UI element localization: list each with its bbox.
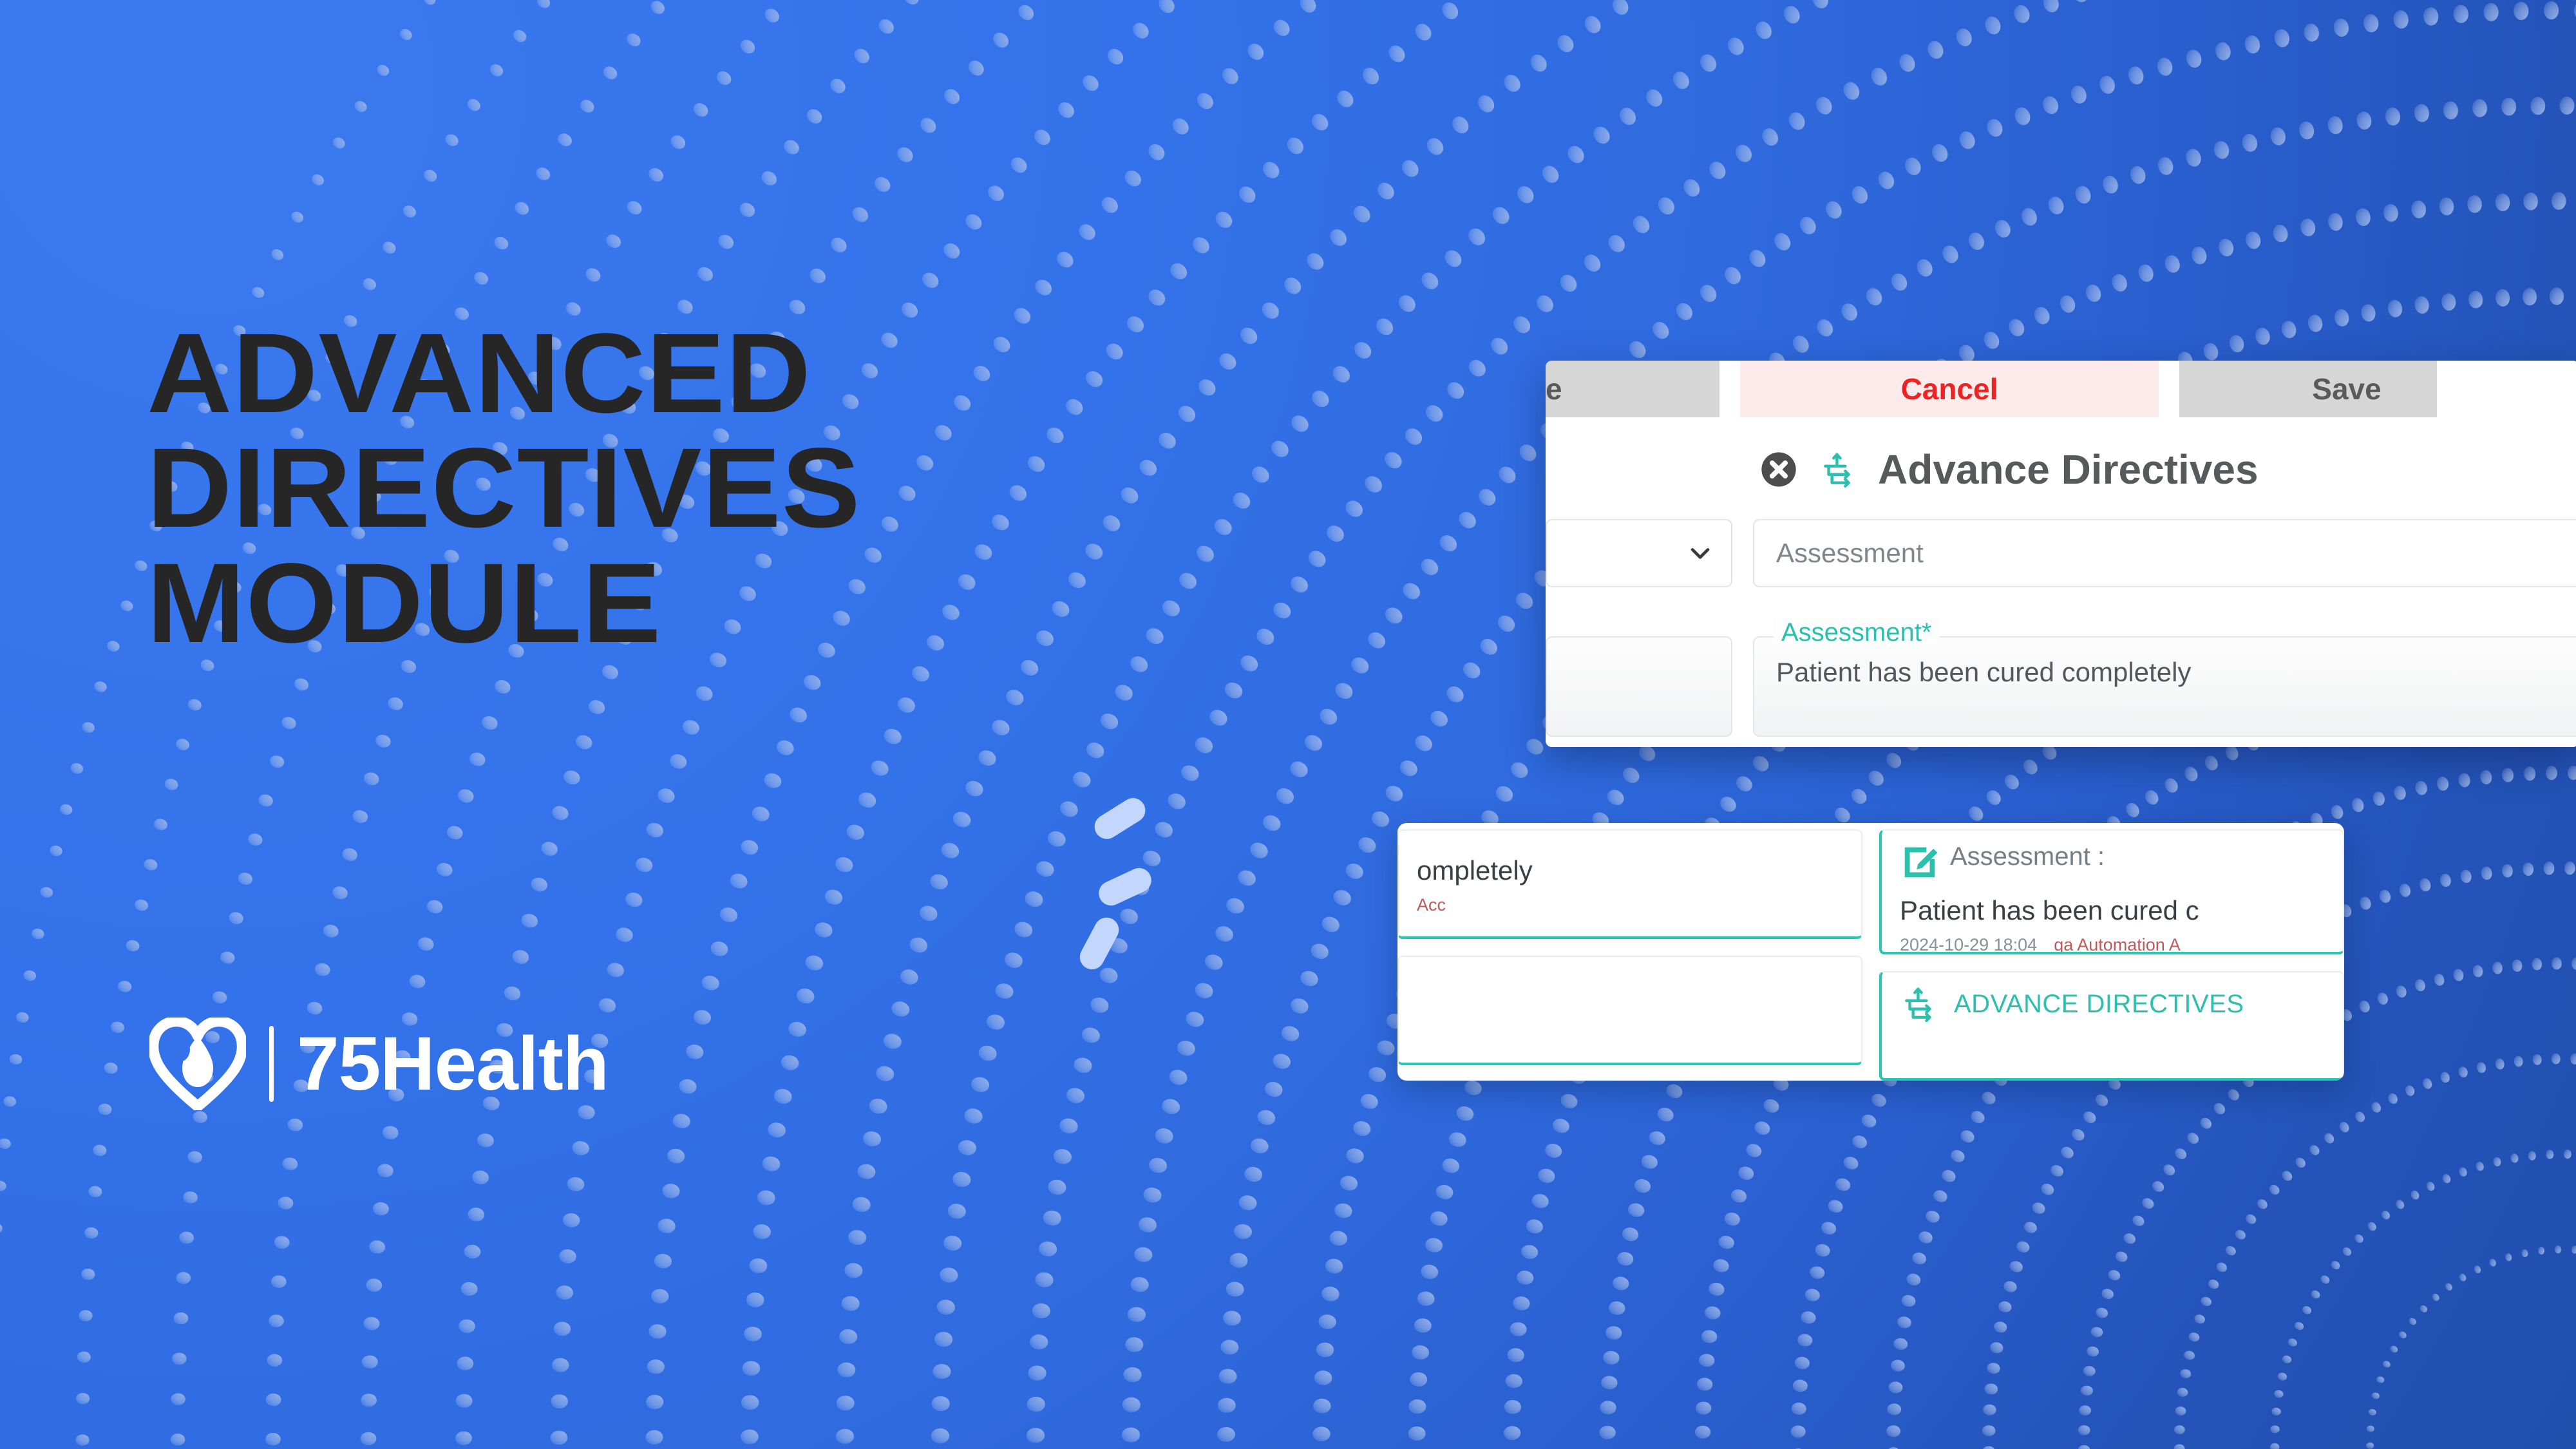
record-card-assessment[interactable]: Assessment : Patient has been cured c 20… bbox=[1879, 829, 2344, 954]
advance-directives-modal: e Cancel Save Advance Directives Assessm… bbox=[1546, 361, 2576, 747]
assessment-fieldset[interactable]: Assessment* Patient has been cured compl… bbox=[1753, 618, 2576, 737]
cancel-button[interactable]: Cancel bbox=[1740, 361, 2159, 417]
headline-line-3: MODULE bbox=[147, 540, 662, 667]
spark-capsule bbox=[1075, 913, 1123, 974]
spark-capsule bbox=[1094, 864, 1156, 910]
close-circle-icon[interactable] bbox=[1758, 449, 1799, 490]
record-label: Assessment : bbox=[1950, 842, 2105, 871]
records-panel: ompletely Acc Assessment : Patient has b bbox=[1397, 823, 2344, 1081]
advance-directives-icon bbox=[1824, 453, 1850, 488]
assessment-value: Patient has been cured completely bbox=[1776, 657, 2192, 687]
record-meta: Acc bbox=[1417, 895, 1846, 915]
modal-header: e Cancel Save bbox=[1546, 361, 2576, 417]
modal-form-row-1: Assessment bbox=[1546, 519, 2576, 587]
record-timestamp: 2024-10-29 18:04 bbox=[1900, 935, 2038, 954]
add-as-favorite-row[interactable]: Add as favorite bbox=[1546, 737, 2576, 747]
record-title: ADVANCE DIRECTIVES bbox=[1954, 989, 2244, 1018]
modal-form-row-2: Assessment* Patient has been cured compl… bbox=[1546, 587, 2576, 737]
category-select[interactable] bbox=[1546, 519, 1732, 587]
record-meta: 2024-10-29 18:04 qa Automation A bbox=[1900, 935, 2327, 954]
record-card[interactable]: ompletely Acc bbox=[1397, 829, 1862, 939]
records-left-column: ompletely Acc bbox=[1397, 826, 1862, 1081]
modal-header-spacer bbox=[1719, 361, 1740, 417]
record-body: ompletely bbox=[1417, 855, 1533, 886]
modal-title-row: Advance Directives bbox=[1546, 417, 2576, 519]
brand-logo: 75Health bbox=[149, 1018, 609, 1110]
records-right-column: Assessment : Patient has been cured c 20… bbox=[1879, 826, 2344, 1081]
assessment-input[interactable]: Assessment bbox=[1753, 519, 2576, 587]
headline-line-1: ADVANCED bbox=[147, 310, 812, 437]
headline-line-2: DIRECTIVES bbox=[147, 425, 861, 552]
logo-divider bbox=[269, 1026, 274, 1102]
product-screenshot: ompletely Acc Assessment : Patient has b bbox=[1391, 361, 2576, 1095]
record-header: Assessment : bbox=[1900, 842, 2327, 882]
record-body: Patient has been cured c bbox=[1900, 895, 2199, 925]
save-button[interactable]: Save bbox=[2179, 361, 2437, 417]
record-title-row: ADVANCE DIRECTIVES bbox=[1900, 984, 2327, 1024]
heart-loop-icon bbox=[149, 1018, 246, 1110]
assessment-legend: Assessment* bbox=[1774, 618, 1940, 647]
edit-note-icon bbox=[1904, 847, 1938, 878]
secondary-field[interactable] bbox=[1546, 636, 1732, 737]
record-user: Acc bbox=[1417, 895, 1446, 914]
advance-directives-icon bbox=[1905, 987, 1931, 1023]
record-card[interactable] bbox=[1397, 956, 1862, 1065]
chevron-down-icon bbox=[1690, 548, 1710, 559]
record-card-advance-directives[interactable]: ADVANCE DIRECTIVES bbox=[1879, 971, 2344, 1081]
spark-decoration bbox=[1030, 792, 1249, 1011]
logo-wordmark: 75Health bbox=[297, 1021, 609, 1106]
modal-header-spacer bbox=[2159, 361, 2179, 417]
modal-title: Advance Directives bbox=[1878, 446, 2259, 493]
modal-header-button-partial[interactable]: e bbox=[1546, 361, 1719, 417]
page-title: ADVANCED DIRECTIVES MODULE bbox=[147, 317, 1435, 672]
spark-capsule bbox=[1090, 793, 1150, 844]
record-user: qa Automation A bbox=[2054, 935, 2181, 954]
